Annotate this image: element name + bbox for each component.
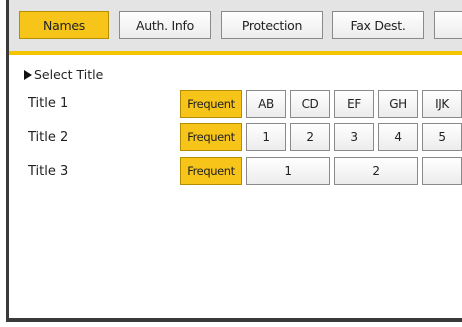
- title-3-key-3[interactable]: [422, 157, 462, 185]
- tab-more[interactable]: [434, 11, 462, 39]
- title-2-frequent-button[interactable]: Frequent: [180, 123, 242, 151]
- title-2-key-2[interactable]: 2: [290, 123, 330, 151]
- triangle-right-icon: [24, 69, 32, 80]
- title-2-key-5[interactable]: 5: [422, 123, 462, 151]
- title-1-label: Title 1: [28, 96, 69, 111]
- tab-protection[interactable]: Protection: [221, 11, 323, 39]
- title-2-key-3[interactable]: 3: [334, 123, 374, 151]
- title-1-key-gh[interactable]: GH: [378, 90, 418, 118]
- tab-bar: Names Auth. Info Protection Fax Dest.: [9, 0, 462, 52]
- title-2-label: Title 2: [28, 130, 69, 145]
- title-3-frequent-button[interactable]: Frequent: [180, 157, 242, 185]
- select-title-heading: Select Title: [24, 67, 103, 82]
- title-2-key-4[interactable]: 4: [378, 123, 418, 151]
- tab-underline: [9, 51, 462, 55]
- title-3-key-1[interactable]: 1: [246, 157, 330, 185]
- title-1-key-ijk[interactable]: IJK: [422, 90, 462, 118]
- tab-auth-info[interactable]: Auth. Info: [119, 11, 211, 39]
- tab-names[interactable]: Names: [19, 11, 109, 39]
- title-1-key-ef[interactable]: EF: [334, 90, 374, 118]
- select-title-label: Select Title: [34, 67, 104, 82]
- address-book-screen: Names Auth. Info Protection Fax Dest. Se…: [6, 0, 462, 322]
- title-3-label: Title 3: [28, 164, 69, 179]
- title-2-key-1[interactable]: 1: [246, 123, 286, 151]
- title-3-key-2[interactable]: 2: [334, 157, 418, 185]
- title-1-key-ab[interactable]: AB: [246, 90, 286, 118]
- title-1-key-cd[interactable]: CD: [290, 90, 330, 118]
- tab-fax-dest[interactable]: Fax Dest.: [332, 11, 424, 39]
- title-1-frequent-button[interactable]: Frequent: [180, 90, 242, 118]
